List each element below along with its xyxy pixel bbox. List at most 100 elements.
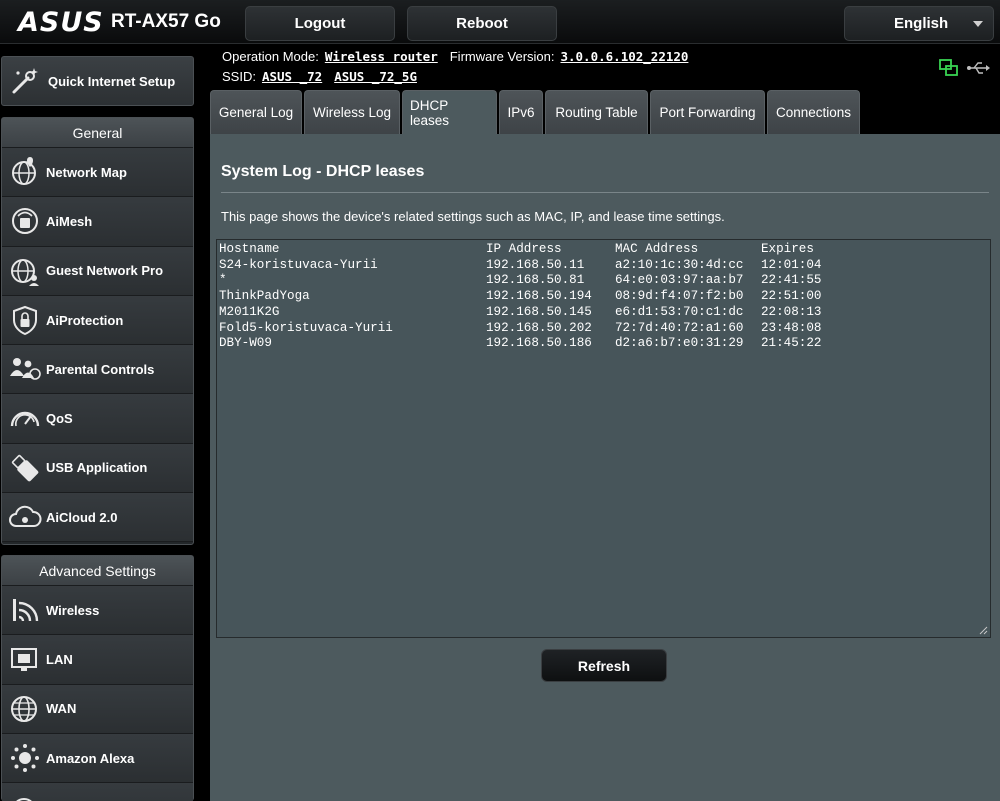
logout-button[interactable]: Logout	[245, 6, 395, 41]
hostname-cell: ThinkPadYoga	[219, 289, 310, 304]
tab-port-forwarding[interactable]: Port Forwarding	[650, 90, 765, 134]
sidebar-item-label: Amazon Alexa	[46, 750, 135, 766]
tab-dhcp-leases[interactable]: DHCP leases	[402, 90, 497, 134]
language-select[interactable]: English	[844, 6, 994, 41]
chevron-down-icon	[973, 21, 983, 27]
sidebar-item-network-map[interactable]: Network Map	[2, 148, 193, 198]
column-header-expires: Expires	[761, 242, 814, 256]
page-description: This page shows the device's related set…	[221, 209, 725, 224]
expires-cell: 22:41:55	[761, 273, 822, 288]
sidebar-item-qos[interactable]: QoS	[2, 394, 193, 444]
guest-network-icon	[11, 258, 39, 286]
log-tabs: General Log Wireless Log DHCP leases IPv…	[210, 90, 860, 134]
reboot-button[interactable]: Reboot	[407, 6, 557, 41]
shield-lock-icon	[13, 305, 37, 336]
sidebar-item-label: AiCloud 2.0	[46, 509, 118, 525]
hostname-cell: *	[219, 273, 227, 288]
ip-cell: 192.168.50.194	[486, 289, 592, 304]
ip-cell: 192.168.50.11	[486, 257, 585, 272]
sidebar-item-label: Parental Controls	[46, 361, 155, 377]
hostname-cell: S24-koristuvaca-Yurii	[219, 257, 378, 272]
firmware-label: Firmware Version:	[449, 49, 555, 64]
magic-wand-icon	[12, 68, 38, 94]
sidebar-item-partial[interactable]	[2, 783, 193, 801]
alexa-icon	[11, 744, 39, 773]
mac-cell: 72:7d:40:72:a1:60	[615, 320, 744, 335]
table-row: * 192.168.50.81 64:e0:03:97:aa:b7 22:41:…	[219, 273, 990, 289]
wifi-icon	[13, 599, 39, 622]
tab-general-log[interactable]: General Log	[210, 90, 302, 134]
tab-connections[interactable]: Connections	[767, 90, 860, 134]
sidebar-item-label: QoS	[46, 411, 73, 427]
quick-internet-setup-button[interactable]: Quick Internet Setup	[1, 56, 194, 106]
general-menu: General Network Map AiMesh Guest Network…	[1, 117, 194, 545]
sidebar-item-aimesh[interactable]: AiMesh	[2, 197, 193, 247]
column-header-ip: IP Address	[486, 242, 562, 256]
refresh-button[interactable]: Refresh	[541, 649, 667, 682]
expires-cell: 22:08:13	[761, 304, 822, 319]
mac-cell: 08:9d:f4:07:f2:b0	[615, 289, 744, 304]
wan-globe-icon	[11, 695, 37, 722]
dhcp-leases-panel: System Log - DHCP leases This page shows…	[210, 134, 1000, 801]
operation-mode-link[interactable]: Wireless router	[325, 49, 438, 64]
hostname-cell: Fold5-koristuvaca-Yurii	[219, 320, 393, 335]
expires-cell: 22:51:00	[761, 289, 822, 304]
expires-cell: 21:45:22	[761, 336, 822, 351]
advanced-settings-heading: Advanced Settings	[2, 556, 193, 586]
quick-setup-label: Quick Internet Setup	[48, 73, 176, 89]
ssid-link-2g[interactable]: ASUS _72	[262, 69, 322, 84]
sidebar-item-parental-controls[interactable]: Parental Controls	[2, 345, 193, 395]
advanced-settings-menu: Advanced Settings Wireless LAN WAN Amazo…	[1, 555, 194, 801]
sidebar-item-aiprotection[interactable]: AiProtection	[2, 295, 193, 346]
tab-ipv6[interactable]: IPv6	[499, 90, 543, 134]
ssid-row: SSID: ASUS _72 ASUS _72_5G	[222, 69, 417, 84]
sidebar-item-label: AiMesh	[46, 213, 93, 229]
top-bar: ASUS RT-AX57 Go Logout Reboot English	[0, 0, 1000, 44]
aimesh-icon	[12, 208, 38, 235]
general-heading: General	[2, 118, 193, 148]
sidebar-item-guest-network-pro[interactable]: Guest Network Pro	[2, 246, 193, 296]
sidebar-item-aicloud[interactable]: AiCloud 2.0	[2, 493, 193, 543]
table-row: DBY-W09 192.168.50.186 d2:a6:b7:e0:31:29…	[219, 336, 990, 352]
sidebar-item-amazon-alexa[interactable]: Amazon Alexa	[2, 733, 193, 784]
asus-logo: ASUS	[18, 7, 104, 38]
language-value: English	[894, 15, 949, 32]
column-header-mac: MAC Address	[615, 242, 699, 256]
table-row: M2011K2G 192.168.50.145 e6:d1:53:70:c1:d…	[219, 305, 990, 321]
title-divider	[221, 192, 989, 193]
column-header-hostname: Hostname	[219, 242, 280, 256]
model-name: RT-AX57 Go	[111, 11, 221, 32]
usb-status-icon[interactable]	[966, 58, 990, 78]
network-status-icon[interactable]	[938, 58, 960, 78]
sidebar-item-label: LAN	[46, 651, 73, 667]
ssid-link-5g[interactable]: ASUS _72_5G	[334, 69, 417, 84]
table-row: ThinkPadYoga 192.168.50.194 08:9d:f4:07:…	[219, 289, 990, 305]
cloud-icon	[9, 506, 42, 528]
family-icon	[10, 358, 41, 381]
status-icons	[938, 58, 990, 78]
page-title: System Log - DHCP leases	[221, 163, 425, 180]
expires-cell: 12:01:04	[761, 257, 822, 272]
ip-cell: 192.168.50.81	[486, 273, 585, 288]
lan-icon	[11, 648, 37, 672]
operation-mode-row: Operation Mode: Wireless router Firmware V…	[222, 49, 688, 64]
resize-handle-icon[interactable]	[979, 626, 988, 635]
sidebar-item-lan[interactable]: LAN	[2, 635, 193, 685]
sidebar-item-usb-application[interactable]: USB Application	[2, 443, 193, 494]
ip-cell: 192.168.50.186	[486, 336, 592, 351]
sidebar-item-wan[interactable]: WAN	[2, 684, 193, 734]
firmware-link[interactable]: 3.0.0.6.102_22120	[560, 49, 688, 64]
sidebar-item-label: AiProtection	[46, 312, 124, 328]
tab-routing-table[interactable]: Routing Table	[545, 90, 648, 134]
operation-mode-label: Operation Mode:	[222, 49, 319, 64]
globe-icon	[16, 798, 32, 801]
sidebar-item-wireless[interactable]: Wireless	[2, 586, 193, 636]
tab-wireless-log[interactable]: Wireless Log	[304, 90, 400, 134]
mac-cell: d2:a6:b7:e0:31:29	[615, 336, 744, 351]
table-header-row: Hostname IP Address MAC Address Expires	[219, 242, 990, 258]
dhcp-leases-textarea[interactable]: Hostname IP Address MAC Address Expires …	[216, 239, 991, 638]
usb-icon	[11, 454, 39, 482]
ip-cell: 192.168.50.145	[486, 304, 592, 319]
mac-cell: a2:10:1c:30:4d:cc	[615, 257, 744, 272]
expires-cell: 23:48:08	[761, 320, 822, 335]
